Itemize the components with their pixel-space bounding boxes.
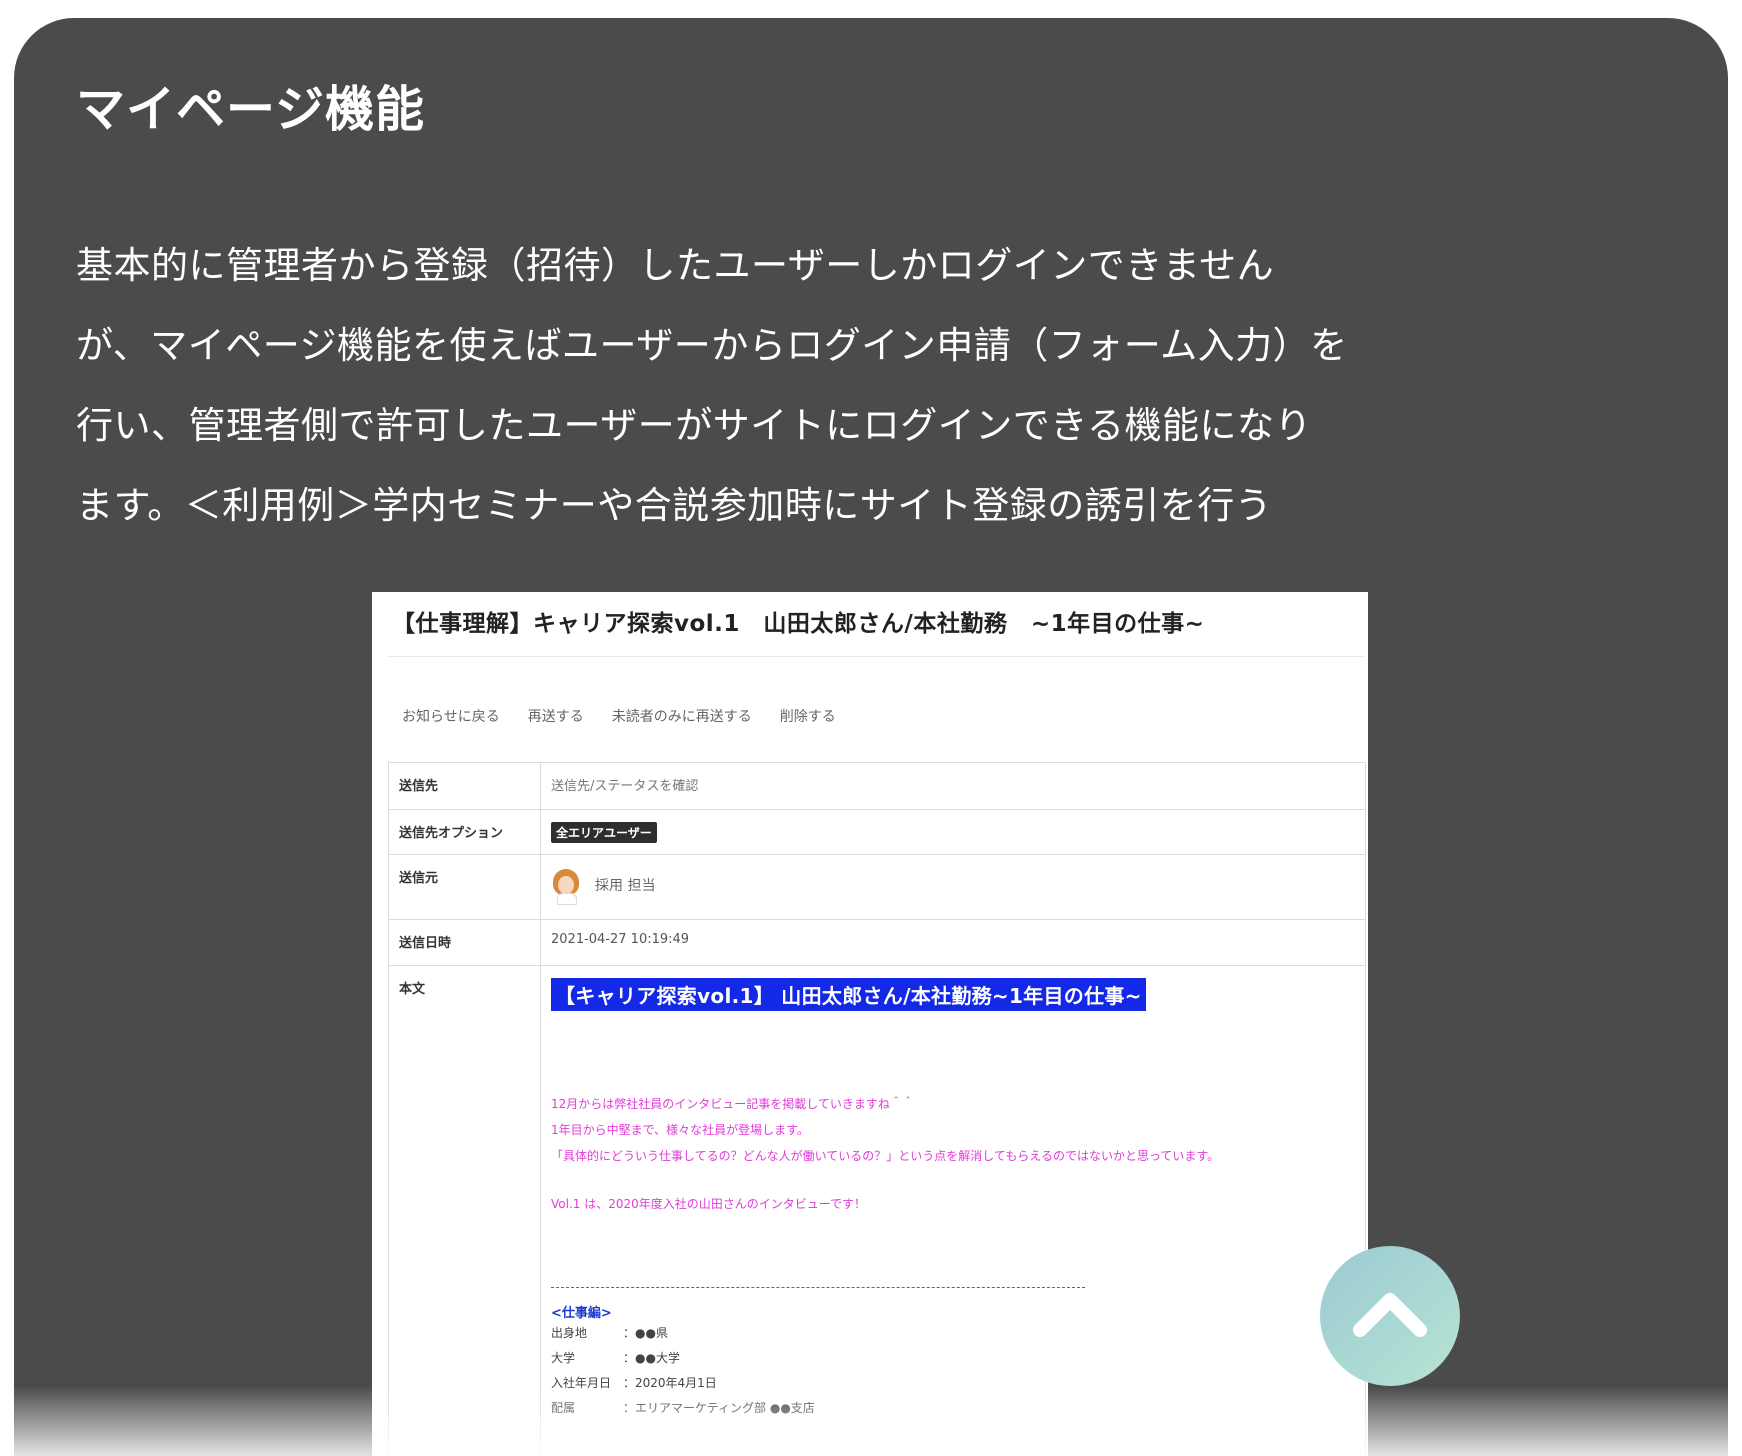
info-row: 入社年月日 ：2020年4月1日 xyxy=(551,1371,1355,1396)
sender-label: 送信元 xyxy=(389,855,541,919)
info-value: ：●●県 xyxy=(623,1326,668,1340)
back-to-notices-link[interactable]: お知らせに戻る xyxy=(402,706,500,726)
description-line: 行い、管理者側で許可したユーザーがサイトにログインできる機能になり xyxy=(76,404,1313,447)
table-row: 送信元 採用 担当 xyxy=(389,855,1365,920)
body-label: 本文 xyxy=(389,966,541,1456)
info-key: 出身地 xyxy=(551,1326,588,1340)
avatar xyxy=(551,867,581,905)
audience-badge: 全エリアユーザー xyxy=(551,822,657,843)
resend-unread-link[interactable]: 未読者のみに再送する xyxy=(612,706,752,726)
info-row: 出身地 ：●●県 xyxy=(551,1321,1355,1346)
section-title: マイページ機能 xyxy=(76,81,426,138)
divider xyxy=(388,656,1364,657)
datetime-label: 送信日時 xyxy=(389,920,541,965)
table-row: 送信先オプション 全エリアユーザー xyxy=(389,810,1365,855)
intro-line: 「具体的にどういう仕事してるの？どんな人が働いているの？」という点を解消してもら… xyxy=(551,1149,1220,1163)
delete-link[interactable]: 削除する xyxy=(780,706,836,726)
description-line: 基本的に管理者から登録（招待）したユーザーしかログインできません xyxy=(76,244,1275,287)
recipient-cell: 送信先/ステータスを確認 xyxy=(541,763,1365,809)
message-body: 【キャリア探索vol.1】 山田太郎さん/本社勤務~1年目の仕事~ 12月からは… xyxy=(541,966,1365,1456)
notice-actions: お知らせに戻る 再送する 未読者のみに再送する 削除する xyxy=(402,706,836,726)
recipient-status-link[interactable]: 送信先/ステータスを確認 xyxy=(551,779,698,794)
mypage-screenshot: 【仕事理解】キャリア探索vol.1 山田太郎さん/本社勤務 ~1年目の仕事~ お… xyxy=(372,592,1368,1456)
info-value: ：●●大学 xyxy=(623,1351,680,1365)
sender-cell: 採用 担当 xyxy=(541,855,1365,919)
notice-title: 【仕事理解】キャリア探索vol.1 山田太郎さん/本社勤務 ~1年目の仕事~ xyxy=(392,611,1205,637)
info-key: 配属 xyxy=(551,1401,576,1415)
intro-line: 1年目から中堅まで、様々な社員が登場します。 xyxy=(551,1123,809,1137)
vol-line: Vol.1 は、2020年度入社の山田さんのインタビューです！ xyxy=(551,1197,867,1211)
description-line: ます。＜利用例＞学内セミナーや合説参加時にサイト登録の誘引を行う xyxy=(76,484,1273,527)
notice-detail-table: 送信先 送信先/ステータスを確認 送信先オプション 全エリアユーザー 送信元 採… xyxy=(388,762,1366,1456)
datetime-value: 2021-04-27 10:19:49 xyxy=(551,932,690,947)
description-line: が、マイページ機能を使えばユーザーからログイン申請（フォーム入力）を xyxy=(76,324,1348,367)
option-label: 送信先オプション xyxy=(389,810,541,854)
dashed-divider xyxy=(551,1287,1085,1288)
info-heading: <仕事編> xyxy=(551,1306,612,1321)
option-cell: 全エリアユーザー xyxy=(541,810,1365,854)
body-heading: 【キャリア探索vol.1】 山田太郎さん/本社勤務~1年目の仕事~ xyxy=(551,978,1146,1011)
info-value: ：2020年4月1日 xyxy=(623,1376,717,1390)
table-row: 送信日時 2021-04-27 10:19:49 xyxy=(389,920,1365,966)
recipient-label: 送信先 xyxy=(389,763,541,809)
section-description: 基本的に管理者から登録（招待）したユーザーしかログインできません が、マイページ… xyxy=(76,226,1476,546)
info-key: 入社年月日 xyxy=(551,1376,612,1390)
intro-paragraph: 12月からは弊社社員のインタビュー記事を掲載していきますね＾＾ 1年目から中堅ま… xyxy=(551,1091,1355,1217)
info-key: 大学 xyxy=(551,1351,576,1365)
info-value: ：エリアマーケティング部 ●●支店 xyxy=(623,1401,815,1415)
resend-link[interactable]: 再送する xyxy=(528,706,584,726)
intro-line: 12月からは弊社社員のインタビュー記事を掲載していきますね＾＾ xyxy=(551,1097,914,1111)
scroll-to-top-button[interactable] xyxy=(1320,1246,1460,1386)
chevron-up-icon xyxy=(1353,1293,1427,1337)
sender-name: 採用 担当 xyxy=(595,878,656,894)
info-row: 大学 ：●●大学 xyxy=(551,1346,1355,1371)
table-row: 送信先 送信先/ステータスを確認 xyxy=(389,763,1365,810)
info-row: 配属 ：エリアマーケティング部 ●●支店 xyxy=(551,1396,1355,1421)
table-row: 本文 【キャリア探索vol.1】 山田太郎さん/本社勤務~1年目の仕事~ 12月… xyxy=(389,966,1365,1456)
sender: 採用 担当 xyxy=(551,867,1355,905)
